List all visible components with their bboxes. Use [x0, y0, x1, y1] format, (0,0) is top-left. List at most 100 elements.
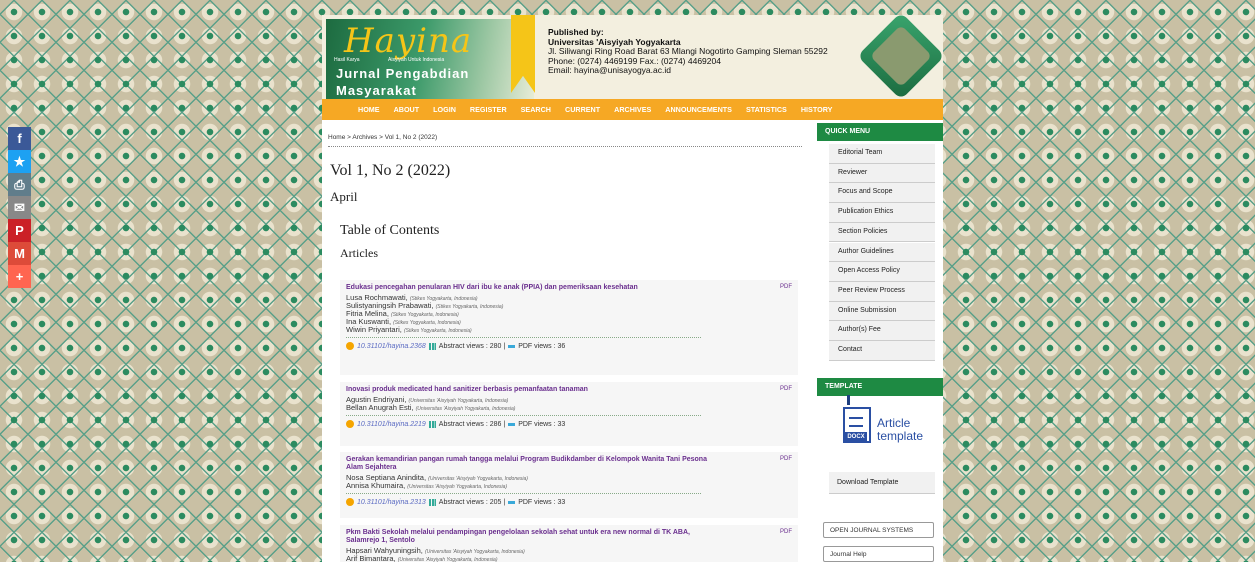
download-arrow-icon: [847, 395, 850, 405]
gmail-icon[interactable]: M: [8, 242, 31, 265]
article-title-link[interactable]: Pkm Bakti Sekolah melalui pendampingan p…: [346, 529, 716, 545]
article-author: Bellan Anugrah Esti, (Universitas 'Aisyi…: [346, 403, 515, 412]
article-author: Wiwin Priyantari, (Stikes Yogyakarta, In…: [346, 325, 472, 334]
article-template-image[interactable]: DOCX Article template: [837, 395, 937, 465]
pinterest-icon[interactable]: P: [8, 219, 31, 242]
issue-month: April: [330, 189, 358, 204]
quick-menu-item[interactable]: Author(s) Fee: [829, 321, 935, 341]
bar-chart-icon: [428, 342, 436, 350]
nav-item-statistics[interactable]: STATISTICS: [746, 105, 787, 114]
logo-title-line1: Jurnal Pengabdian: [336, 66, 470, 81]
toc-heading: Table of Contents: [340, 223, 440, 238]
article-item: Gerakan kemandirian pangan rumah tangga …: [340, 452, 798, 518]
abstract-views: Abstract views : 205: [438, 498, 502, 506]
quick-menu-item[interactable]: Focus and Scope: [829, 183, 935, 204]
email-icon[interactable]: ✉: [8, 196, 31, 219]
docx-label: DOCX: [845, 432, 867, 442]
publisher-info: Published by: Universitas 'Aisyiyah Yogy…: [548, 27, 828, 76]
sidebar: QUICK MENU Editorial Team Reviewer Focus a…: [817, 120, 943, 562]
logo-tagline-2: Aisyiyah Untuk Indonesia: [388, 57, 445, 63]
breadcrumb[interactable]: Home > Archives > Vol 1, No 2 (2022): [328, 134, 437, 141]
journal-page: Hayina Hasil Karya Aisyiyah Untuk Indone…: [322, 15, 943, 562]
article-author: Arif Bimantara, (Universitas 'Aisyiyah Y…: [346, 554, 498, 562]
print-icon[interactable]: ⎙: [8, 173, 31, 196]
site-header: Hayina Hasil Karya Aisyiyah Untuk Indone…: [322, 15, 943, 99]
nav-item-current[interactable]: CURRENT: [565, 105, 600, 114]
author-name: Wiwin Priyantari,: [346, 325, 402, 334]
article-author: Annisa Khumaira, (Universitas 'Aisyiyah …: [346, 481, 507, 490]
nav-item-home[interactable]: HOME: [358, 105, 380, 114]
template-caption-line2: template: [877, 429, 924, 443]
main-nav: HOME ABOUT LOGIN REGISTER SEARCH CURRENT ARCHI…: [322, 99, 943, 120]
article-divider: [346, 493, 701, 494]
article-stats: 10.31101/hayina.2368 Abstract views : 280…: [346, 342, 565, 350]
main-content: Home > Archives > Vol 1, No 2 (2022) Vol…: [322, 120, 815, 562]
doi-link[interactable]: 10.31101/hayina.2219: [357, 421, 426, 428]
bar-chart-icon: [428, 498, 436, 506]
download-template-link[interactable]: Download Template: [829, 472, 935, 494]
quick-menu-item[interactable]: Online Submission: [829, 301, 935, 322]
quick-menu-item[interactable]: Peer Review Process: [829, 281, 935, 302]
quick-menu-item[interactable]: Contact: [829, 341, 935, 361]
journal-help-button[interactable]: Journal Help: [823, 546, 934, 562]
author-affiliation: (Universitas 'Aisyiyah Yogyakarta, Indon…: [415, 406, 516, 412]
author-name: Bellan Anugrah Esti,: [346, 403, 414, 412]
quick-menu-item[interactable]: Section Policies: [829, 222, 935, 243]
quick-menu-item[interactable]: Open Access Policy: [829, 262, 935, 282]
doi-icon: [346, 498, 354, 506]
quick-menu-item[interactable]: Publication Ethics: [829, 203, 935, 223]
nav-item-announcements[interactable]: ANNOUNCEMENTS: [665, 105, 732, 114]
article-pdf-link[interactable]: PDF: [780, 529, 792, 535]
nav-item-archives[interactable]: ARCHIVES: [614, 105, 651, 114]
article-divider: [346, 415, 701, 416]
logo-tagline-1: Hasil Karya: [334, 57, 360, 63]
article-stats: 10.31101/hayina.2313 Abstract views : 205…: [346, 498, 565, 506]
bar-chart-icon: [428, 420, 436, 428]
logo-script: Hayina: [344, 21, 473, 61]
quick-menu-header: QUICK MENU: [817, 123, 943, 141]
pdf-views-icon: [508, 344, 516, 348]
article-title-link[interactable]: Edukasi pencegahan penularan HIV dari ib…: [346, 284, 716, 292]
doi-icon: [346, 420, 354, 428]
quick-menu-item[interactable]: Editorial Team: [829, 144, 935, 164]
abstract-views: Abstract views : 280: [438, 342, 502, 350]
author-affiliation: (Stikes Yogyakarta, Indonesia): [403, 328, 472, 334]
facebook-icon[interactable]: f: [8, 127, 31, 150]
nav-item-history[interactable]: HISTORY: [801, 105, 833, 114]
doi-icon: [346, 342, 354, 350]
nav-item-login[interactable]: LOGIN: [433, 105, 456, 114]
nav-item-about[interactable]: ABOUT: [394, 105, 420, 114]
article-title-link[interactable]: Gerakan kemandirian pangan rumah tangga …: [346, 456, 716, 472]
doi-link[interactable]: 10.31101/hayina.2313: [357, 499, 426, 506]
article-stats: 10.31101/hayina.2219 Abstract views : 286…: [346, 420, 565, 428]
article-divider: [346, 337, 701, 338]
pdf-views-icon: [508, 422, 516, 426]
articles-section-heading: Articles: [340, 246, 378, 260]
nav-item-search[interactable]: SEARCH: [521, 105, 551, 114]
logo-title-line2: Masyarakat: [336, 83, 417, 98]
nav-item-register[interactable]: REGISTER: [470, 105, 507, 114]
article-pdf-link[interactable]: PDF: [780, 456, 792, 462]
pdf-views: PDF views : 33: [518, 420, 566, 428]
article-title-link[interactable]: Inovasi produk medicated hand sanitizer …: [346, 386, 716, 394]
author-affiliation: (Universitas 'Aisyiyah Yogyakarta, Indon…: [407, 484, 508, 490]
ojs-button[interactable]: OPEN JOURNAL SYSTEMS: [823, 522, 934, 538]
article-pdf-link[interactable]: PDF: [780, 284, 792, 290]
template-caption: Article template: [877, 417, 923, 443]
twitter-icon[interactable]: ★: [8, 150, 31, 173]
template-header: TEMPLATE: [817, 378, 943, 396]
author-name: Annisa Khumaira,: [346, 481, 406, 490]
article-item: Edukasi pencegahan penularan HIV dari ib…: [340, 280, 798, 375]
publisher-email: Email: hayina@unisayogya.ac.id: [548, 65, 671, 75]
doi-link[interactable]: 10.31101/hayina.2368: [357, 343, 426, 350]
abstract-views: Abstract views : 286: [438, 420, 502, 428]
article-pdf-link[interactable]: PDF: [780, 386, 792, 392]
quick-menu-item[interactable]: Author Guidelines: [829, 242, 935, 263]
pdf-views-icon: [508, 500, 516, 504]
quick-menu-item[interactable]: Reviewer: [829, 163, 935, 184]
more-share-icon[interactable]: +: [8, 265, 31, 288]
author-name: Arif Bimantara,: [346, 554, 396, 562]
journal-logo[interactable]: Hayina Hasil Karya Aisyiyah Untuk Indone…: [326, 19, 534, 99]
issue-title: Vol 1, No 2 (2022): [330, 162, 451, 179]
article-item: Inovasi produk medicated hand sanitizer …: [340, 382, 798, 446]
